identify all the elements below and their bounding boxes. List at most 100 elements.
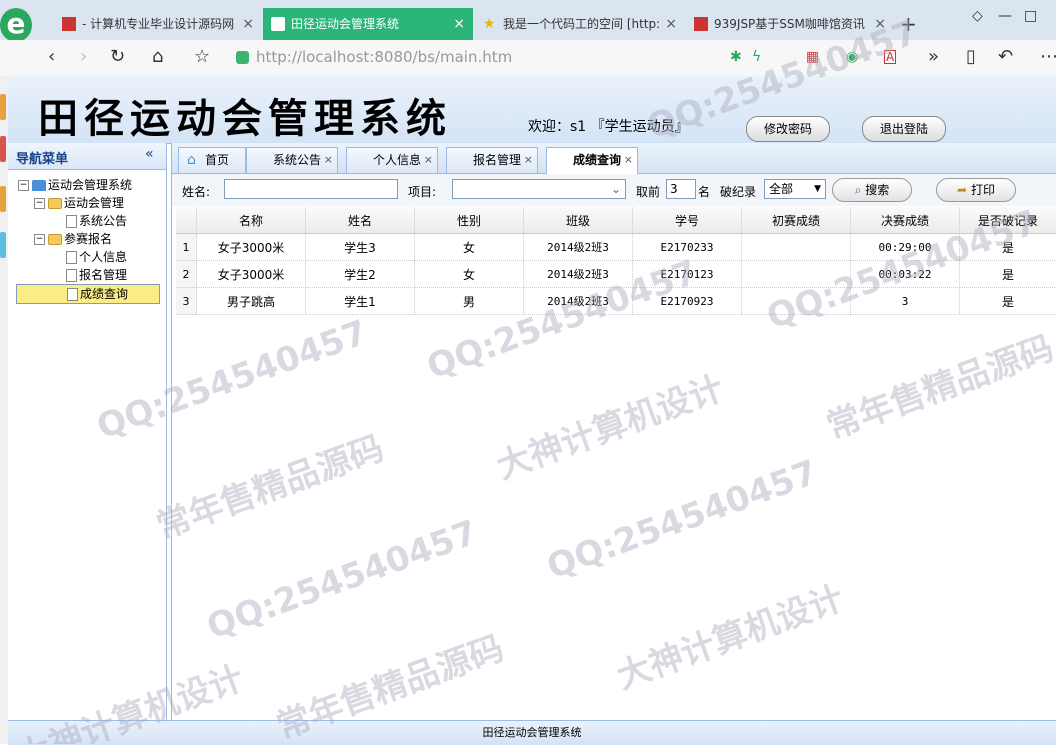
collapse-toggle-icon[interactable]: − bbox=[34, 234, 45, 245]
tree-item-announcement[interactable]: 系统公告 bbox=[66, 212, 127, 230]
record-broken-cell: 是 bbox=[960, 234, 1056, 261]
row-number: 3 bbox=[176, 288, 197, 315]
tree-root[interactable]: − 运动会管理系统 bbox=[18, 176, 132, 194]
collapse-icon[interactable]: « bbox=[145, 146, 154, 162]
home-icon: ⌂ bbox=[187, 148, 196, 172]
site-favicon-icon bbox=[694, 17, 708, 31]
class-cell: 2014级2班3 bbox=[524, 261, 633, 288]
score-table: 名称 姓名 性别 班级 学号 初赛成绩 决赛成绩 是否破记录 1 女子3000米… bbox=[176, 207, 1056, 315]
maximize-icon[interactable]: □ bbox=[1024, 8, 1037, 24]
side-bookmark-icon[interactable] bbox=[0, 186, 6, 212]
tree-item-personal-info[interactable]: 个人信息 bbox=[66, 248, 127, 266]
column-header[interactable]: 初赛成绩 bbox=[742, 207, 851, 234]
speed-icon[interactable]: ✱ bbox=[730, 49, 742, 65]
url-path: :8080/bs/main.htm bbox=[369, 48, 512, 66]
browser-tab-active[interactable]: 田径运动会管理系统 × bbox=[263, 8, 473, 40]
tree-group-label: 运动会管理 bbox=[64, 196, 124, 210]
column-header[interactable]: 决赛成绩 bbox=[851, 207, 960, 234]
back-icon[interactable]: ‹ bbox=[48, 46, 55, 67]
close-tab-icon[interactable]: × bbox=[665, 8, 677, 40]
app-title: 田径运动会管理系统 bbox=[38, 86, 452, 144]
logout-button[interactable]: 退出登陆 bbox=[862, 116, 946, 142]
name-input[interactable] bbox=[224, 179, 398, 199]
search-button[interactable]: ⌕ 搜索 bbox=[832, 178, 912, 202]
security-icon[interactable]: ◉ bbox=[846, 49, 858, 65]
browser-tab-1[interactable]: - 计算机专业毕业设计源码网 × bbox=[54, 8, 262, 40]
document-icon bbox=[66, 215, 77, 228]
tree-group-meet-management[interactable]: − 运动会管理 bbox=[34, 194, 124, 212]
top-n-label: 取前 bbox=[636, 183, 660, 200]
close-tab-icon[interactable]: × bbox=[453, 8, 465, 40]
skin-icon[interactable]: ◇ bbox=[972, 8, 983, 24]
url-input[interactable]: http://localhost:8080/bs/main.htm bbox=[230, 45, 730, 71]
prelim-score-cell bbox=[742, 288, 851, 315]
new-tab-button[interactable]: + bbox=[900, 12, 917, 36]
search-icon: ⌕ bbox=[855, 183, 862, 197]
collapse-toggle-icon[interactable]: − bbox=[18, 180, 29, 191]
tree-root-label: 运动会管理系统 bbox=[48, 178, 132, 192]
record-select[interactable]: 全部 ▼ bbox=[764, 179, 826, 199]
url-text: http://localhost:8080/bs/main.htm bbox=[256, 48, 512, 66]
translate-icon[interactable]: A bbox=[884, 50, 896, 64]
document-icon bbox=[67, 288, 78, 301]
column-header[interactable]: 是否破记录 bbox=[960, 207, 1056, 234]
final-score-cell: 00:03:22 bbox=[851, 261, 960, 288]
student-id-cell: E2170923 bbox=[633, 288, 742, 315]
tab-announcement[interactable]: 系统公告× bbox=[246, 147, 338, 173]
side-bookmark-icon[interactable] bbox=[0, 136, 6, 162]
mobile-icon[interactable]: ▯ bbox=[966, 46, 976, 67]
tab-label: 报名管理 bbox=[473, 153, 521, 167]
refresh-icon[interactable]: ↻ bbox=[110, 46, 125, 67]
menu-icon[interactable]: ⋯ bbox=[1040, 46, 1056, 67]
table-row[interactable]: 2 女子3000米 学生2 女 2014级2班3 E2170123 00:03:… bbox=[176, 261, 1056, 288]
apps-icon[interactable]: ▦ bbox=[806, 49, 819, 65]
home-icon[interactable]: ⌂ bbox=[152, 46, 163, 67]
browser-tab-label: 田径运动会管理系统 bbox=[291, 17, 399, 31]
column-header[interactable]: 性别 bbox=[415, 207, 524, 234]
tab-label: 首页 bbox=[205, 153, 229, 167]
tree-item-registration-management[interactable]: 报名管理 bbox=[66, 266, 127, 284]
table-row[interactable]: 1 女子3000米 学生3 女 2014级2班3 E2170233 00:29:… bbox=[176, 234, 1056, 261]
column-header[interactable]: 班级 bbox=[524, 207, 633, 234]
minimize-icon[interactable]: — bbox=[998, 8, 1012, 24]
tab-score-query[interactable]: 成绩查询× bbox=[546, 147, 638, 174]
close-tab-icon[interactable]: × bbox=[324, 148, 333, 172]
top-n-input[interactable] bbox=[666, 179, 696, 199]
forward-icon[interactable]: › bbox=[80, 46, 87, 67]
close-tab-icon[interactable]: × bbox=[242, 8, 254, 40]
tab-label: 个人信息 bbox=[373, 153, 421, 167]
lightning-icon[interactable]: ϟ bbox=[752, 49, 761, 65]
collapse-toggle-icon[interactable]: − bbox=[34, 198, 45, 209]
more-icon[interactable]: » bbox=[928, 46, 939, 67]
bookmark-star-icon[interactable]: ☆ bbox=[194, 46, 210, 67]
browser-tab-3[interactable]: ★ 我是一个代码工的空间 [http: × bbox=[475, 8, 685, 40]
side-bookmark-icon[interactable] bbox=[0, 232, 6, 258]
column-header[interactable]: 姓名 bbox=[306, 207, 415, 234]
browser-tab-4[interactable]: 939JSP基于SSM咖啡馆资讯 × bbox=[686, 8, 894, 40]
tree-item-score-query[interactable]: 成绩查询 bbox=[16, 284, 160, 304]
record-broken-cell: 是 bbox=[960, 261, 1056, 288]
app-footer: 田径运动会管理系统 bbox=[8, 720, 1056, 745]
close-tab-icon[interactable]: × bbox=[874, 8, 886, 40]
chevron-down-icon: ⌄ bbox=[611, 180, 621, 198]
print-button[interactable]: ➦ 打印 bbox=[936, 178, 1016, 202]
close-tab-icon[interactable]: × bbox=[624, 148, 633, 172]
search-button-label: 搜索 bbox=[865, 183, 889, 197]
undo-icon[interactable]: ↶ bbox=[998, 46, 1013, 67]
side-bookmark-icon[interactable] bbox=[0, 94, 6, 120]
table-row[interactable]: 3 男子跳高 学生1 男 2014级2班3 E2170923 3 是 bbox=[176, 288, 1056, 315]
tab-personal-info[interactable]: 个人信息× bbox=[346, 147, 438, 173]
tab-home[interactable]: ⌂ 首页 bbox=[178, 147, 246, 173]
tree-item-label: 系统公告 bbox=[79, 214, 127, 228]
close-tab-icon[interactable]: × bbox=[424, 148, 433, 172]
close-tab-icon[interactable]: × bbox=[524, 148, 533, 172]
column-header[interactable]: 名称 bbox=[197, 207, 306, 234]
gender-cell: 男 bbox=[415, 288, 524, 315]
tab-registration[interactable]: 报名管理× bbox=[446, 147, 538, 173]
tree-group-registration[interactable]: −参赛报名 bbox=[34, 230, 112, 248]
change-password-button[interactable]: 修改密码 bbox=[746, 116, 830, 142]
tree-item-label: 个人信息 bbox=[79, 250, 127, 264]
column-header[interactable]: 学号 bbox=[633, 207, 742, 234]
event-select[interactable]: ⌄ bbox=[452, 179, 626, 199]
folder-open-icon bbox=[48, 198, 62, 209]
